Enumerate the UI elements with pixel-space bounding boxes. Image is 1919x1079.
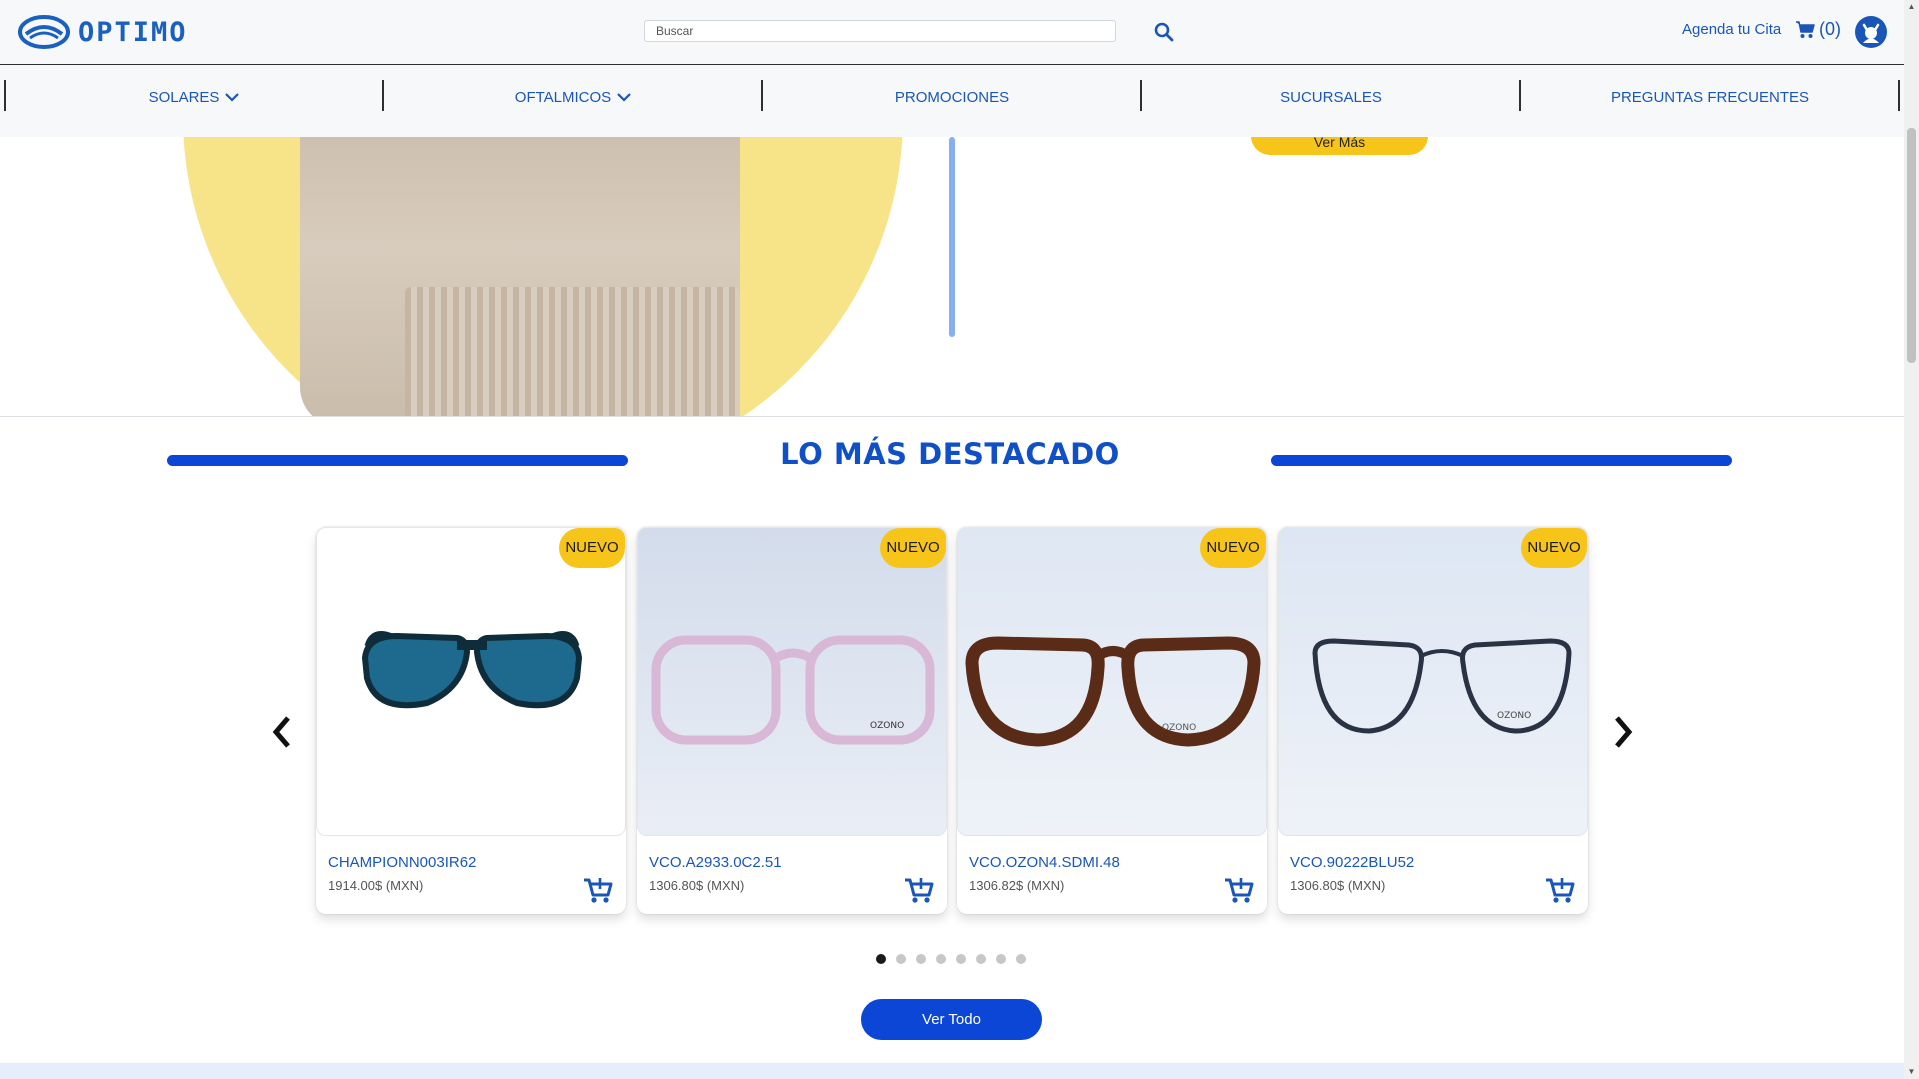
carousel-next-button[interactable] (1607, 714, 1637, 750)
product-name[interactable]: CHAMPIONN003IR62 (328, 854, 476, 871)
new-badge: NUEVO (1200, 528, 1266, 568)
section-title: LO MÁS DESTACADO (780, 437, 1120, 471)
main-nav: SOLARES OFTALMICOS PROMOCIONES SUCURSALE… (0, 65, 1904, 137)
cart-icon (1796, 20, 1815, 38)
add-to-cart-button[interactable] (1545, 875, 1575, 905)
add-to-cart-button[interactable] (583, 875, 613, 905)
carousel-prev-button[interactable] (268, 714, 298, 750)
schedule-appointment-link[interactable]: Agenda tu Cita (1682, 21, 1781, 38)
carousel-dot[interactable] (896, 954, 906, 964)
nav-item-label: OFTALMICOS (514, 88, 612, 106)
svg-text:OZONO: OZONO (1497, 711, 1531, 721)
carousel-pagination (876, 954, 1026, 964)
nav-item-label: SUCURSALES (1280, 88, 1382, 106)
product-name[interactable]: VCO.OZON4.SDMI.48 (969, 854, 1120, 871)
hero-see-more-button[interactable]: Ver Más (1251, 137, 1428, 155)
product-price: 1306.82$ (MXN) (969, 878, 1065, 893)
eyeglasses-image: OZONO (965, 636, 1261, 747)
carousel-dot[interactable] (916, 954, 926, 964)
brand-name: OPTIMO (78, 16, 188, 48)
nav-divider (1898, 80, 1900, 111)
product-image[interactable]: OZONO NUEVO (957, 527, 1267, 836)
next-section-edge (0, 1063, 1904, 1079)
nav-item-solares[interactable]: SOLARES (4, 81, 384, 113)
brand-logo[interactable]: OPTIMO (18, 12, 188, 52)
product-card[interactable]: OZONO NUEVO VCO.90222BLU52 1306.80$ (MXN… (1278, 527, 1588, 914)
sunglasses-image (361, 631, 583, 709)
eyeglasses-image: OZONO (1312, 638, 1572, 734)
section-divider (0, 416, 1904, 417)
search-icon (1154, 22, 1174, 42)
search-button[interactable] (1154, 22, 1174, 42)
carousel-dot[interactable] (876, 954, 886, 964)
add-to-cart-button[interactable] (1224, 875, 1254, 905)
carousel-dot[interactable] (1016, 954, 1026, 964)
product-name[interactable]: VCO.90222BLU52 (1290, 854, 1414, 871)
product-price: 1306.80$ (MXN) (649, 878, 745, 893)
hero-sweater-texture (405, 287, 740, 416)
nav-item-sucursales[interactable]: SUCURSALES (1142, 81, 1520, 113)
carousel-dot[interactable] (936, 954, 946, 964)
product-price: 1914.00$ (MXN) (328, 878, 424, 893)
top-header: OPTIMO Agenda tu Cita (0) (0, 0, 1904, 65)
add-to-cart-icon (584, 878, 613, 903)
new-badge: NUEVO (1521, 528, 1587, 568)
add-to-cart-button[interactable] (904, 875, 934, 905)
new-badge: NUEVO (559, 528, 625, 568)
cart-button[interactable]: (0) (1796, 19, 1841, 40)
carousel-dot[interactable] (956, 954, 966, 964)
title-bar-left (167, 455, 628, 466)
nav-item-label: PROMOCIONES (894, 88, 1010, 106)
user-account-button[interactable] (1855, 16, 1887, 48)
scroll-down-icon[interactable]: ▼ (1907, 1067, 1916, 1076)
carousel-dot[interactable] (976, 954, 986, 964)
nav-item-label: SOLARES (148, 88, 220, 106)
add-to-cart-icon (905, 878, 934, 903)
arrow-left-icon (272, 716, 290, 748)
add-to-cart-icon (1546, 878, 1575, 903)
product-image[interactable]: OZONO NUEVO (1278, 527, 1588, 836)
eye-logo-icon (18, 15, 70, 49)
product-card[interactable]: NUEVO CHAMPIONN003IR62 1914.00$ (MXN) (316, 527, 626, 914)
nav-item-promociones[interactable]: PROMOCIONES (763, 81, 1141, 113)
chevron-down-icon (225, 92, 240, 102)
page-scrollbar[interactable]: ▲ ▼ (1904, 0, 1919, 1079)
hero-banner: Ver Más (0, 137, 1904, 416)
cart-count: (0) (1819, 19, 1841, 39)
eyeglasses-image: OZONO (651, 635, 935, 745)
nav-item-preguntas-frecuentes[interactable]: PREGUNTAS FRECUENTES (1521, 81, 1899, 113)
new-badge: NUEVO (880, 528, 946, 568)
hero-accent-bar (949, 137, 955, 337)
product-card[interactable]: OZONO NUEVO VCO.OZON4.SDMI.48 1306.82$ (… (957, 527, 1267, 914)
title-bar-right (1271, 455, 1732, 466)
scrollbar-thumb[interactable] (1907, 128, 1916, 363)
carousel-dot[interactable] (996, 954, 1006, 964)
view-all-button[interactable]: Ver Todo (861, 999, 1042, 1040)
scroll-up-icon[interactable]: ▲ (1907, 2, 1916, 11)
product-name[interactable]: VCO.A2933.0C2.51 (649, 854, 782, 871)
product-price: 1306.80$ (MXN) (1290, 878, 1386, 893)
product-image[interactable]: OZONO NUEVO (637, 527, 947, 836)
arrow-right-icon (1615, 716, 1633, 748)
nav-item-oftalmicos[interactable]: OFTALMICOS (384, 81, 762, 113)
svg-text:OZONO: OZONO (870, 721, 904, 731)
chevron-down-icon (617, 92, 631, 102)
nav-item-label: PREGUNTAS FRECUENTES (1610, 88, 1810, 106)
product-card[interactable]: OZONO NUEVO VCO.A2933.0C2.51 1306.80$ (M… (637, 527, 947, 914)
svg-text:OZONO: OZONO (1162, 723, 1196, 733)
search-input[interactable] (644, 20, 1116, 42)
user-icon (1862, 23, 1880, 43)
add-to-cart-icon (1225, 878, 1254, 903)
product-image[interactable]: NUEVO (316, 527, 626, 836)
